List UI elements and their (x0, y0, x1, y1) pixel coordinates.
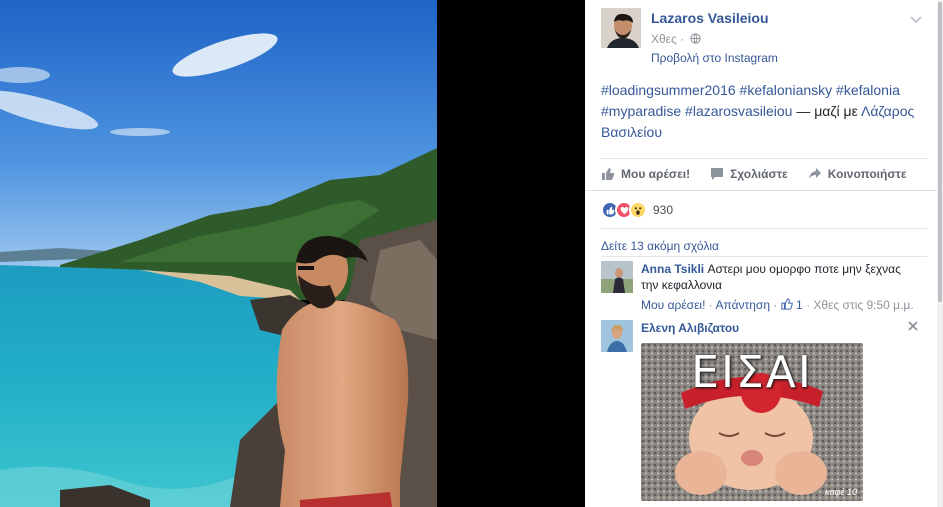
comment-footer: Μου αρέσει! · Απάντηση · 1 · Χθες στις 9… (641, 297, 921, 313)
reaction-count: 930 (653, 203, 674, 217)
comment-icon (711, 168, 724, 180)
view-more-comments-link[interactable]: Δείτε 13 ακόμη σχόλια (601, 239, 719, 253)
sticker-watermark: καφέ 10 (825, 487, 857, 497)
comment-author[interactable]: Ελενη Αλιβιζατου (641, 321, 739, 335)
footer-dot: · (773, 298, 778, 312)
caption-with: — μαζί με (796, 103, 858, 119)
reactions-summary[interactable]: 930 (601, 199, 673, 221)
thumbs-up-icon (602, 168, 615, 180)
close-icon[interactable] (907, 320, 919, 332)
wow-reaction-icon (629, 201, 647, 219)
author-avatar-image (601, 8, 641, 48)
comment-author[interactable]: Anna Tsikli (641, 262, 704, 276)
comment-button-label: Σχολιάστε (730, 167, 788, 181)
chevron-down-icon[interactable] (909, 12, 923, 26)
post-actions: Μου αρέσει! Σχολιάστε Κοινοποιήστε (601, 162, 927, 186)
scrollbar-thumb[interactable] (938, 2, 942, 302)
share-button[interactable]: Κοινοποιήστε (808, 167, 907, 181)
author-name[interactable]: Lazaros Vasileiou (651, 10, 769, 26)
comment-like-count[interactable]: 1 (796, 298, 803, 312)
divider (601, 256, 927, 257)
footer-dot: · (806, 298, 811, 312)
beach-photo-image (0, 0, 437, 507)
view-on-instagram-link[interactable]: Προβολή στο Instagram (651, 51, 778, 65)
avatar[interactable] (601, 261, 633, 293)
divider (585, 190, 937, 191)
thumbs-up-icon (781, 298, 793, 310)
comment-reply-link[interactable]: Απάντηση (715, 298, 770, 312)
comment-time[interactable]: Χθες στις 9:50 μ.μ. (813, 298, 913, 312)
reaction-icons (601, 201, 647, 219)
commenter-avatar-image (601, 261, 633, 293)
like-button[interactable]: Μου αρέσει! (601, 167, 690, 181)
share-icon (808, 168, 821, 179)
sticker-caption: ΕΙΣΑΙ (691, 347, 813, 398)
comment-sticker[interactable]: ΕΙΣΑΙ καφέ 10 (641, 343, 863, 501)
footer-dot: · (708, 298, 713, 312)
share-button-label: Κοινοποιήστε (827, 167, 907, 181)
photo-viewer-gap (437, 0, 585, 507)
post-side-panel: Lazaros Vasileiou Χθες · Προβολή στο Ins… (585, 0, 943, 507)
post-caption: #loadingsummer2016 #kefaloniansky #kefal… (601, 80, 923, 143)
comment-like-link[interactable]: Μου αρέσει! (641, 298, 705, 312)
comment-body: Anna Tsikli Αστερι μου ομορφο ποτε μην ξ… (641, 261, 921, 313)
post-timestamp: Χθες · (651, 32, 701, 46)
scrollbar[interactable] (937, 0, 943, 507)
avatar[interactable] (601, 320, 633, 352)
commenter-avatar-image (601, 320, 633, 352)
post-header: Lazaros Vasileiou Χθες · Προβολή στο Ins… (601, 8, 927, 65)
comment-body: Ελενη Αλιβιζατου (641, 320, 921, 336)
comment-button[interactable]: Σχολιάστε (710, 167, 788, 181)
divider (601, 228, 927, 229)
avatar[interactable] (601, 8, 641, 48)
post-time[interactable]: Χθες (651, 32, 677, 46)
post-photo[interactable] (0, 0, 437, 507)
like-button-label: Μου αρέσει! (621, 167, 691, 181)
globe-icon (689, 33, 701, 44)
divider (601, 158, 927, 159)
meta-separator: · (680, 32, 685, 46)
